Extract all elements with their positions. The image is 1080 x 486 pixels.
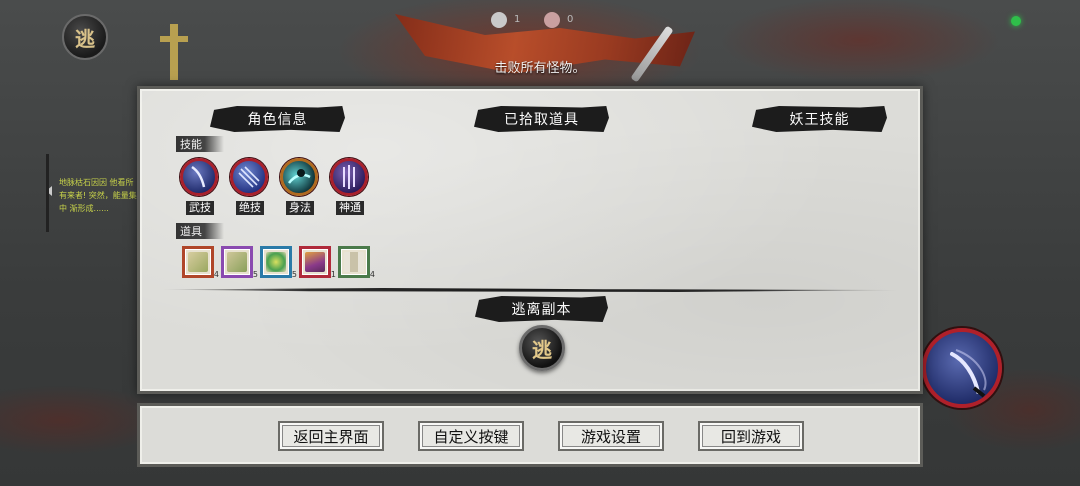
tab-character-info[interactable]: 角色信息	[210, 106, 345, 132]
demon-head-icon	[544, 12, 560, 28]
skill-name: 绝技	[236, 201, 264, 215]
item-count: 1	[330, 270, 336, 279]
quest-tip-text: 地脉枯石因因 他看所有来者! 突然，能量集中 渐形成......	[59, 178, 137, 213]
scroll-icon	[344, 252, 364, 272]
skull-counter: 1	[514, 14, 521, 25]
demon-counter: 0	[567, 14, 574, 25]
item-slot-1[interactable]: 4	[182, 246, 219, 279]
item-slot-3[interactable]: 5	[260, 246, 297, 279]
tab-yao-king-skills[interactable]: 妖王技能	[752, 106, 887, 132]
pause-menu-panel: 角色信息 已拾取道具 妖王技能 技能 武技 绝技 身法 神通 道具 4 5 5 …	[137, 86, 923, 394]
jade-pendant-icon	[227, 252, 247, 272]
jade-pendant-icon	[188, 252, 208, 272]
item-count: 5	[291, 270, 297, 279]
game-settings-button[interactable]: 游戏设置	[558, 421, 664, 451]
item-slot-2[interactable]: 5	[221, 246, 258, 279]
item-count: 4	[213, 270, 219, 279]
escape-glyph: 逃	[532, 337, 552, 362]
escape-button-hud[interactable]: 逃	[62, 14, 108, 60]
objective-text: 击败所有怪物。	[494, 61, 586, 76]
dash-icon	[280, 158, 318, 196]
return-main-menu-button[interactable]: 返回主界面	[278, 421, 384, 451]
blade-storm-icon	[230, 158, 268, 196]
skill-slot-jueji[interactable]: 绝技	[230, 158, 270, 215]
skill-slot-wuji[interactable]: 武技	[180, 158, 220, 215]
item-slot-4[interactable]: 1	[299, 246, 336, 279]
skill-slot-shentong[interactable]: 神通	[330, 158, 370, 215]
skill-name: 神通	[336, 201, 364, 215]
skull-icon	[491, 12, 507, 28]
escape-instance-button[interactable]: 逃	[519, 325, 565, 371]
skill-name: 武技	[186, 201, 214, 215]
custom-keys-button[interactable]: 自定义按键	[418, 421, 524, 451]
escape-instance-label: 逃离副本	[475, 296, 608, 322]
items-section-label: 道具	[176, 223, 224, 239]
sword-slash-icon	[950, 349, 987, 398]
green-gem-icon	[266, 252, 286, 272]
item-count: 5	[252, 270, 258, 279]
skills-section-label: 技能	[176, 136, 224, 152]
skill-slot-shenfa[interactable]: 身法	[280, 158, 320, 215]
tab-picked-items[interactable]: 已拾取道具	[474, 106, 609, 132]
escape-glyph: 逃	[75, 26, 95, 51]
attack-skill-button[interactable]	[922, 328, 1002, 408]
sword-slash-icon	[180, 158, 218, 196]
status-indicator-icon	[1011, 16, 1021, 26]
skill-name: 身法	[286, 201, 314, 215]
bottom-menu-bar: 返回主界面 自定义按键 游戏设置 回到游戏	[137, 403, 923, 467]
item-slot-5[interactable]: 4	[338, 246, 375, 279]
treasure-box-icon	[305, 252, 325, 272]
divine-blades-icon	[330, 158, 368, 196]
quest-tip: 地脉枯石因因 他看所有来者! 突然，能量集中 渐形成......	[46, 154, 138, 232]
back-to-game-button[interactable]: 回到游戏	[698, 421, 804, 451]
item-count: 4	[369, 270, 375, 279]
